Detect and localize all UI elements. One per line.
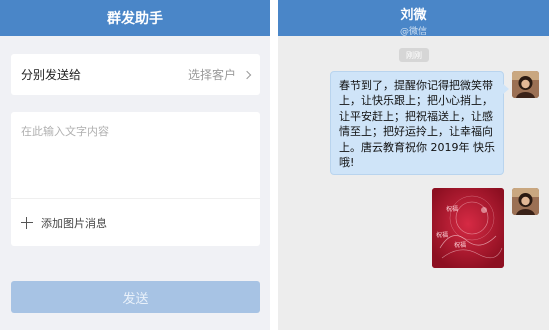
image-card-text: 祝福 bbox=[446, 206, 459, 213]
message-composer: 在此输入文字内容 添加图片消息 bbox=[11, 112, 260, 246]
chat-header: 刘微 @微信 bbox=[278, 0, 549, 37]
greeting-image-card[interactable]: 祝福 祝福 祝福 bbox=[432, 188, 504, 268]
message-bubble: 春节到了，提醒你记得把微笑带上，让快乐跟上；把小心捎上，让平安赶上；把祝福送上，… bbox=[330, 71, 509, 175]
contact-name: 刘微 bbox=[400, 8, 427, 23]
add-image-button[interactable]: 添加图片消息 bbox=[21, 215, 107, 231]
panel-gutter bbox=[270, 0, 278, 330]
message-text-input[interactable]: 在此输入文字内容 bbox=[21, 123, 109, 139]
select-customer-control[interactable]: 选择客户 bbox=[187, 66, 252, 83]
group-send-title: 群发助手 bbox=[107, 11, 163, 27]
greeting-image bbox=[432, 188, 504, 268]
group-send-header: 群发助手 bbox=[0, 0, 270, 36]
image-card-text: 祝福 bbox=[454, 242, 467, 249]
avatar bbox=[512, 188, 539, 215]
send-to-row[interactable]: 分别发送给 选择客户 bbox=[11, 54, 260, 95]
avatar-photo bbox=[512, 71, 539, 98]
add-image-label: 添加图片消息 bbox=[41, 217, 107, 230]
chevron-right-icon bbox=[242, 70, 252, 79]
group-send-panel: 群发助手 分别发送给 选择客户 在此输入文字内容 添加图片消息 发送 bbox=[0, 0, 270, 330]
send-button[interactable]: 发送 bbox=[11, 281, 260, 313]
composer-divider bbox=[11, 198, 260, 199]
send-button-label: 发送 bbox=[122, 291, 149, 307]
avatar-photo bbox=[512, 188, 539, 215]
avatar bbox=[512, 71, 539, 98]
chat-preview-panel: 刘微 @微信 刚刚 春节到了，提醒你记得把微笑带上，让快乐跟上；把小心捎上，让平… bbox=[278, 0, 549, 330]
message-time-chip: 刚刚 bbox=[399, 48, 429, 62]
plus-icon bbox=[21, 217, 33, 229]
image-card-text: 祝福 bbox=[436, 232, 449, 239]
select-customer-text: 选择客户 bbox=[187, 68, 236, 82]
contact-subtitle: @微信 bbox=[399, 27, 427, 37]
send-to-label: 分别发送给 bbox=[21, 68, 82, 82]
